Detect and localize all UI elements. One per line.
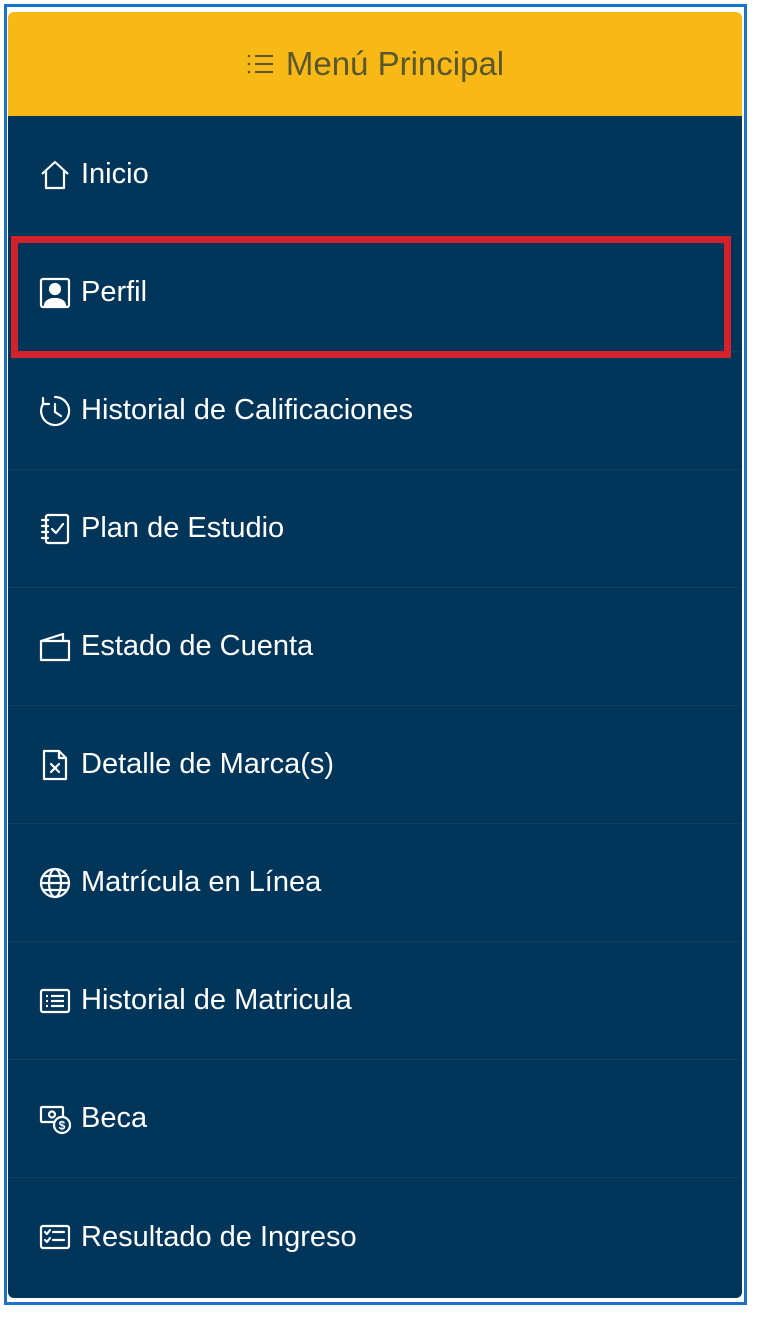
menu-item-label: Matrícula en Línea	[81, 866, 322, 898]
menu-item-label: Beca	[81, 1102, 148, 1134]
menu-item-matricula-linea[interactable]: Matrícula en Línea	[8, 824, 742, 942]
checklist-notebook-icon	[37, 511, 73, 547]
globe-icon	[37, 865, 73, 901]
list-card-icon	[37, 983, 73, 1019]
menu-item-detalle-marcas[interactable]: Detalle de Marca(s)	[8, 706, 742, 824]
menu-item-label: Inicio	[81, 158, 149, 190]
menu-item-inicio[interactable]: Inicio	[8, 116, 742, 234]
menu-item-estado-cuenta[interactable]: Estado de Cuenta	[8, 588, 742, 706]
menu-item-beca[interactable]: $ Beca	[8, 1060, 742, 1178]
menu-item-resultado-ingreso[interactable]: Resultado de Ingreso	[8, 1178, 742, 1296]
header-title: Menú Principal	[285, 45, 505, 82]
checklist-card-icon	[37, 1219, 73, 1255]
menu-item-label: Estado de Cuenta	[81, 630, 314, 662]
svg-text:$: $	[59, 1118, 66, 1132]
document-x-icon	[37, 747, 73, 783]
menu-item-historial-matricula[interactable]: Historial de Matricula	[8, 942, 742, 1060]
menu-item-label: Perfil	[81, 276, 148, 308]
menu-item-label: Historial de Matricula	[81, 984, 352, 1016]
menu-item-historial-calificaciones[interactable]: Historial de Calificaciones	[8, 352, 742, 470]
menu-item-label: Resultado de Ingreso	[81, 1220, 357, 1253]
profile-icon	[37, 275, 73, 311]
clock-icon	[37, 393, 73, 429]
home-icon	[37, 157, 73, 193]
menu-item-label: Historial de Calificaciones	[81, 394, 414, 426]
cash-coin-icon: $	[37, 1101, 73, 1137]
menu-item-label: Plan de Estudio	[81, 512, 285, 544]
list-icon	[246, 52, 274, 76]
menu-item-perfil[interactable]: Perfil	[8, 234, 742, 352]
menu-item-label: Detalle de Marca(s)	[81, 748, 335, 780]
main-menu: Inicio Perfil Historial de Calificacione…	[8, 116, 742, 1298]
main-menu-header[interactable]: Menú Principal	[8, 12, 742, 116]
menu-item-plan-estudio[interactable]: Plan de Estudio	[8, 470, 742, 588]
wallet-icon	[37, 629, 73, 665]
